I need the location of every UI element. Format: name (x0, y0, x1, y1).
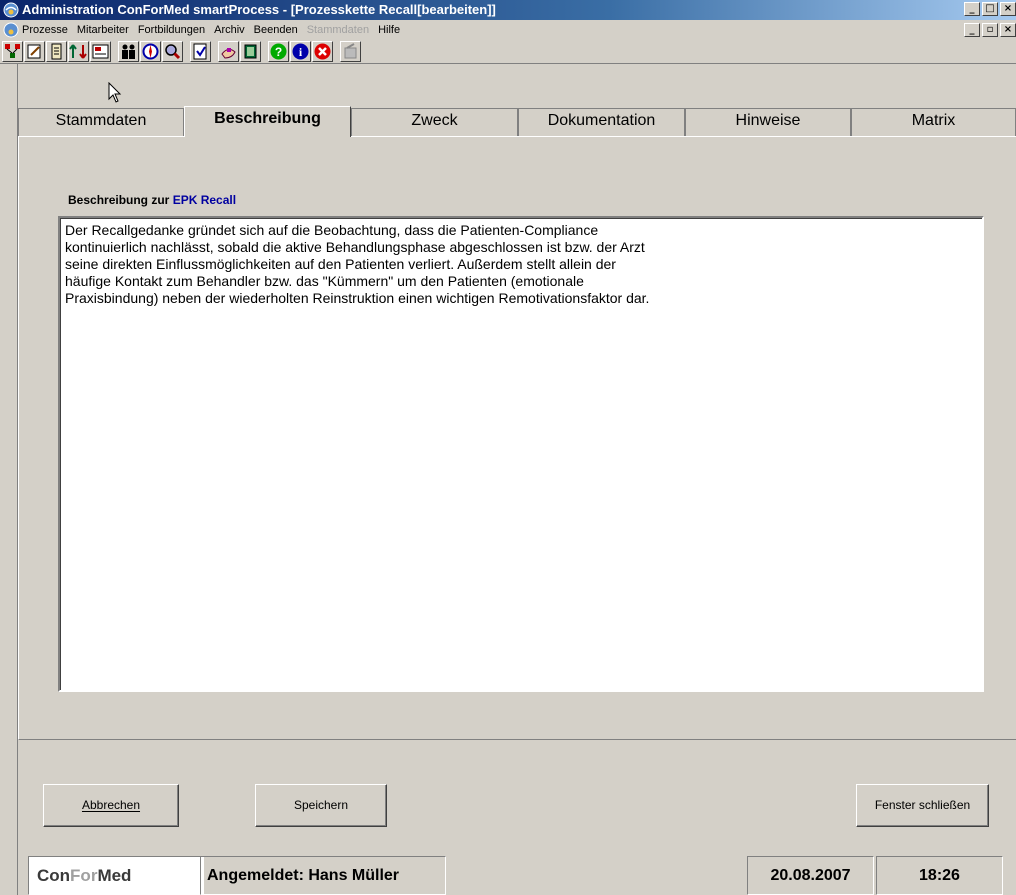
network-icon[interactable] (2, 41, 23, 62)
status-time: 18:26 (876, 856, 1003, 895)
tab-matrix[interactable]: Matrix (851, 108, 1016, 138)
tab-strip: Stammdaten Beschreibung Zweck Dokumentat… (18, 106, 1016, 138)
app-icon[interactable] (3, 2, 19, 18)
menu-archiv[interactable]: Archiv (214, 24, 245, 36)
description-label-prefix: Beschreibung zur (68, 193, 170, 207)
mdi-minimize-button[interactable]: _ (964, 23, 980, 37)
disabled-tool-icon (340, 41, 361, 62)
arrows-icon[interactable] (68, 41, 89, 62)
compass-icon[interactable] (140, 41, 161, 62)
save-button[interactable]: Speichern (255, 784, 387, 827)
logo-med: Med (97, 866, 132, 885)
menu-beenden[interactable]: Beenden (254, 24, 298, 36)
minimize-button[interactable]: _ (964, 2, 980, 16)
description-label-name: EPK Recall (172, 193, 237, 207)
maximize-button[interactable]: □ (982, 2, 998, 16)
tab-stammdaten[interactable]: Stammdaten (18, 108, 184, 138)
tab-beschreibung[interactable]: Beschreibung (184, 106, 351, 137)
save-button-label: Speichern (293, 798, 349, 812)
tab-dokumentation[interactable]: Dokumentation (518, 108, 685, 138)
close-window-button[interactable]: × (1000, 2, 1016, 16)
cancel-button[interactable]: Abbrechen (43, 784, 179, 827)
conformed-logo: ConForMed (28, 856, 204, 895)
mdi-restore-button[interactable]: ▫ (982, 23, 998, 37)
report-icon[interactable] (90, 41, 111, 62)
mdi-close-button[interactable]: × (1000, 23, 1016, 37)
tab-hinweise[interactable]: Hinweise (685, 108, 851, 138)
logo-con: Con (37, 866, 71, 885)
document-app-icon[interactable] (3, 22, 19, 38)
exit-icon[interactable] (312, 41, 333, 62)
info-icon[interactable]: i (290, 41, 311, 62)
edit-icon[interactable] (24, 41, 45, 62)
menu-mitarbeiter[interactable]: Mitarbeiter (77, 24, 129, 36)
description-heading: Beschreibung zur EPK Recall (68, 193, 236, 207)
description-textarea[interactable]: Der Recallgedanke gründet sich auf die B… (58, 216, 984, 692)
menu-hilfe[interactable]: Hilfe (378, 24, 400, 36)
book-icon[interactable] (240, 41, 261, 62)
tab-zweck[interactable]: Zweck (351, 108, 518, 138)
svg-text:?: ? (275, 45, 282, 59)
menu-stammdaten: Stammdaten (306, 24, 370, 36)
search-icon[interactable] (162, 41, 183, 62)
left-frame (0, 64, 18, 895)
title-bar: Administration ConForMed smartProcess - … (0, 0, 1016, 20)
close-window-form-button[interactable]: Fenster schließen (856, 784, 989, 827)
status-date: 20.08.2007 (747, 856, 874, 895)
window-title: Administration ConForMed smartProcess - … (22, 2, 496, 17)
logged-in-user: Angemeldet: Hans Müller (200, 856, 446, 895)
scroll-icon[interactable] (46, 41, 67, 62)
menu-bar: Prozesse Mitarbeiter Fortbildungen Archi… (0, 20, 1016, 40)
menu-prozesse[interactable]: Prozesse (22, 24, 68, 36)
toolbar: ? i (0, 40, 1016, 64)
hand-icon[interactable] (218, 41, 239, 62)
menu-fortbildungen[interactable]: Fortbildungen (138, 24, 205, 36)
people-icon[interactable] (118, 41, 139, 62)
status-bar: ConForMed Angemeldet: Hans Müller 20.08.… (18, 852, 1016, 895)
help-icon[interactable]: ? (268, 41, 289, 62)
document-icon[interactable] (190, 41, 211, 62)
logo-for: For (70, 866, 98, 885)
mouse-cursor-icon (108, 82, 122, 103)
close-button-label: Fenster schließen (874, 798, 971, 812)
cancel-button-label: Abbrechen (81, 798, 141, 812)
